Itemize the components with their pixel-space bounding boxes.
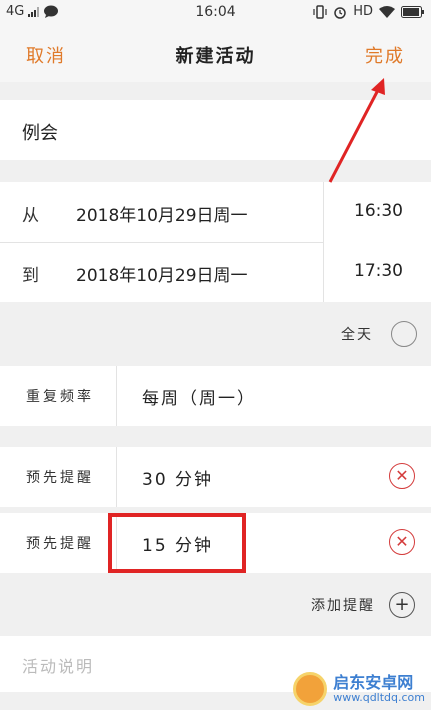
divider — [116, 366, 117, 426]
divider — [116, 513, 117, 573]
watermark-logo-icon — [293, 672, 328, 706]
watermark: 启东安卓网 www.qdltdq.com — [293, 672, 425, 706]
vibrate-icon — [313, 4, 327, 19]
end-time-row: 到 2018年10月29日周一 17:30 — [0, 242, 431, 302]
all-day-row: 全天 — [341, 316, 417, 352]
description-placeholder: 活动说明 — [22, 657, 95, 676]
remove-icon[interactable]: ✕ — [389, 529, 415, 555]
wifi-icon — [379, 5, 395, 18]
reminder-value: 15 分钟 — [142, 536, 214, 556]
reminder-row[interactable]: 预先提醒 15 分钟 ✕ — [0, 513, 431, 573]
done-button[interactable]: 完成 — [365, 42, 405, 68]
add-reminder-row[interactable]: 添加提醒 + — [311, 588, 415, 622]
reminder-label: 预先提醒 — [26, 536, 94, 552]
remove-icon[interactable]: ✕ — [389, 463, 415, 489]
nav-bar: 取消 新建活动 完成 — [0, 26, 431, 82]
all-day-label: 全天 — [341, 327, 373, 343]
event-title-field[interactable]: 例会 — [0, 100, 431, 160]
add-reminder-label: 添加提醒 — [311, 598, 375, 614]
start-time[interactable]: 16:30 — [354, 201, 403, 221]
add-icon[interactable]: + — [389, 592, 415, 618]
from-label: 从 — [22, 206, 39, 226]
end-date[interactable]: 2018年10月29日周一 — [76, 261, 248, 286]
repeat-value: 每周（周一） — [142, 389, 256, 409]
status-bar: 4G 16:04 HD — [0, 0, 431, 26]
repeat-label: 重复频率 — [26, 389, 94, 405]
all-day-radio[interactable] — [391, 321, 417, 347]
divider — [116, 447, 117, 507]
to-label: 到 — [22, 266, 39, 286]
repeat-row[interactable]: 重复频率 每周（周一） — [0, 366, 431, 426]
watermark-name: 启东安卓网 — [333, 673, 414, 693]
hd-indicator: HD — [353, 4, 373, 19]
end-time[interactable]: 17:30 — [354, 261, 403, 281]
start-date[interactable]: 2018年10月29日周一 — [76, 201, 248, 226]
divider — [323, 182, 324, 302]
alarm-icon — [334, 6, 346, 19]
watermark-url: www.qdltdq.com — [333, 690, 425, 704]
time-block: 从 2018年10月29日周一 16:30 到 2018年10月29日周一 17… — [0, 182, 431, 302]
reminder-value: 30 分钟 — [142, 470, 214, 490]
reminder-label: 预先提醒 — [26, 470, 94, 486]
reminder-row[interactable]: 预先提醒 30 分钟 ✕ — [0, 447, 431, 507]
start-time-row: 从 2018年10月29日周一 16:30 — [0, 182, 431, 242]
battery-icon — [401, 5, 424, 18]
event-title-value: 例会 — [22, 123, 58, 144]
